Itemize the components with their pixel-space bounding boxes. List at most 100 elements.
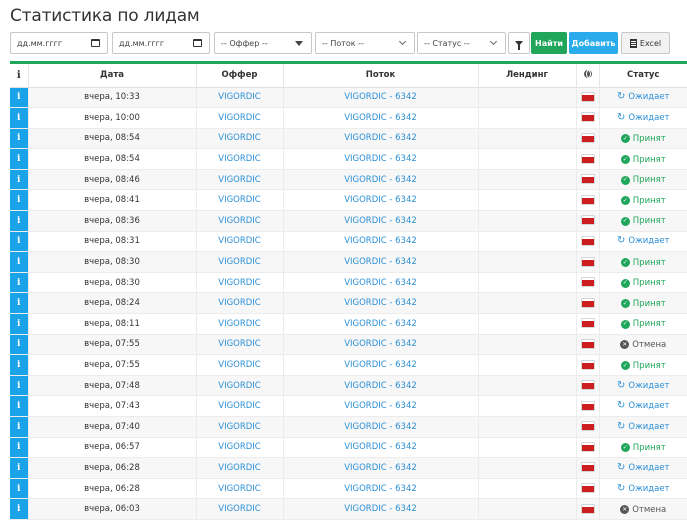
stream-link[interactable]: VIGORDIC - 6342 [282,354,478,376]
offer-link[interactable]: VIGORDIC [195,210,283,232]
offer-link[interactable]: VIGORDIC [195,251,283,273]
date-to-field[interactable]: дд.мм.гггг [112,32,210,54]
stream-link[interactable]: VIGORDIC - 6342 [282,107,478,129]
offer-link[interactable]: VIGORDIC [195,457,283,479]
info-button[interactable]: i [10,354,28,376]
info-button[interactable]: i [10,292,28,315]
status-cell: ✓ Принят [598,189,687,212]
column-header-offer[interactable]: Оффер [195,64,283,88]
stream-link[interactable]: VIGORDIC - 6342 [282,498,478,520]
offer-link[interactable]: VIGORDIC [195,107,283,129]
column-header-status[interactable]: Статус [598,64,687,88]
info-icon: i [17,298,21,309]
info-button[interactable]: i [10,334,28,356]
stream-link[interactable]: VIGORDIC - 6342 [282,169,478,191]
column-header-geo [575,64,599,88]
stream-link[interactable]: VIGORDIC - 6342 [282,210,478,232]
offer-link[interactable]: VIGORDIC [195,416,283,438]
column-header-landing[interactable]: Лендинг [477,64,576,88]
lead-date: вчера, 06:57 [27,437,196,459]
find-button[interactable]: Найти [531,32,567,54]
status-label: Принят [632,442,666,453]
offer-link[interactable]: VIGORDIC [195,313,283,335]
info-button[interactable]: i [10,416,28,438]
check-icon: ✓ [620,155,630,165]
info-button[interactable]: i [10,478,28,500]
offer-link[interactable]: VIGORDIC [195,437,283,459]
info-button[interactable]: i [10,189,28,212]
stream-link[interactable]: VIGORDIC - 6342 [282,251,478,273]
offer-link[interactable]: VIGORDIC [195,272,283,294]
info-button[interactable]: i [10,148,28,170]
stream-link[interactable]: VIGORDIC - 6342 [282,457,478,479]
status-select[interactable]: -- Статус -- [417,32,506,54]
landing-cell [477,498,576,520]
info-button[interactable]: i [10,437,28,459]
flag-icon [581,278,594,287]
info-button[interactable]: i [10,395,28,417]
status-cell: ↻ Ожидает [598,478,687,500]
info-button[interactable]: i [10,498,28,520]
calendar-icon[interactable] [191,37,203,49]
info-button[interactable]: i [10,272,28,294]
excel-button[interactable]: Excel [621,32,670,54]
status-label: Принят [632,257,666,268]
info-button[interactable]: i [10,128,28,150]
offer-link[interactable]: VIGORDIC [195,148,283,170]
stream-link[interactable]: VIGORDIC - 6342 [282,272,478,294]
column-header-stream[interactable]: Поток [282,64,478,88]
offer-link[interactable]: VIGORDIC [195,354,283,376]
offer-link[interactable]: VIGORDIC [195,189,283,212]
info-button[interactable]: i [10,107,28,129]
stream-link[interactable]: VIGORDIC - 6342 [282,334,478,356]
add-button[interactable]: Добавить [569,32,618,54]
calendar-icon[interactable] [89,37,101,49]
column-header-date[interactable]: Дата [27,64,196,88]
landing-cell [477,210,576,232]
stream-link[interactable]: VIGORDIC - 6342 [282,416,478,438]
filter-button[interactable] [508,32,530,54]
stream-link[interactable]: VIGORDIC - 6342 [282,313,478,335]
stream-link[interactable]: VIGORDIC - 6342 [282,148,478,170]
info-button[interactable]: i [10,231,28,253]
geo-cell [575,334,599,356]
info-button[interactable]: i [10,313,28,335]
offer-link[interactable]: VIGORDIC [195,128,283,150]
stream-select[interactable]: -- Поток -- [315,32,415,54]
offer-link[interactable]: VIGORDIC [195,169,283,191]
stream-link[interactable]: VIGORDIC - 6342 [282,375,478,397]
status-waiting: ↻ Ожидает [617,112,670,123]
stream-link[interactable]: VIGORDIC - 6342 [282,128,478,150]
info-button[interactable]: i [10,251,28,273]
offer-link[interactable]: VIGORDIC [195,498,283,520]
table-row: i вчера, 08:30 VIGORDIC VIGORDIC - 6342 ✓ При… [10,251,687,273]
status-waiting: ↻ Ожидает [617,462,670,473]
offer-link[interactable]: VIGORDIC [195,292,283,315]
status-cell: ✓ Принят [598,169,687,191]
stream-link[interactable]: VIGORDIC - 6342 [282,231,478,253]
stream-link[interactable]: VIGORDIC - 6342 [282,189,478,212]
info-button[interactable]: i [10,87,28,109]
stream-link[interactable]: VIGORDIC - 6342 [282,395,478,417]
status-label: Принят [632,195,666,206]
offer-link[interactable]: VIGORDIC [195,478,283,500]
stream-link[interactable]: VIGORDIC - 6342 [282,292,478,315]
offer-link[interactable]: VIGORDIC [195,87,283,109]
status-cell: ✓ Принят [598,272,687,294]
info-button[interactable]: i [10,210,28,232]
info-button[interactable]: i [10,457,28,479]
offer-link[interactable]: VIGORDIC [195,231,283,253]
date-from-field[interactable]: дд.мм.гггг [10,32,108,54]
status-waiting: ↻ Ожидает [617,483,670,494]
offer-link[interactable]: VIGORDIC [195,375,283,397]
offer-link[interactable]: VIGORDIC [195,395,283,417]
stream-link[interactable]: VIGORDIC - 6342 [282,87,478,109]
info-button[interactable]: i [10,169,28,191]
lead-date: вчера, 08:54 [27,128,196,150]
info-button[interactable]: i [10,375,28,397]
offer-select[interactable]: -- Оффер -- [214,32,312,54]
stream-link[interactable]: VIGORDIC - 6342 [282,437,478,459]
stream-link[interactable]: VIGORDIC - 6342 [282,478,478,500]
offer-link[interactable]: VIGORDIC [195,334,283,356]
status-cell: ✓ Принят [598,437,687,459]
